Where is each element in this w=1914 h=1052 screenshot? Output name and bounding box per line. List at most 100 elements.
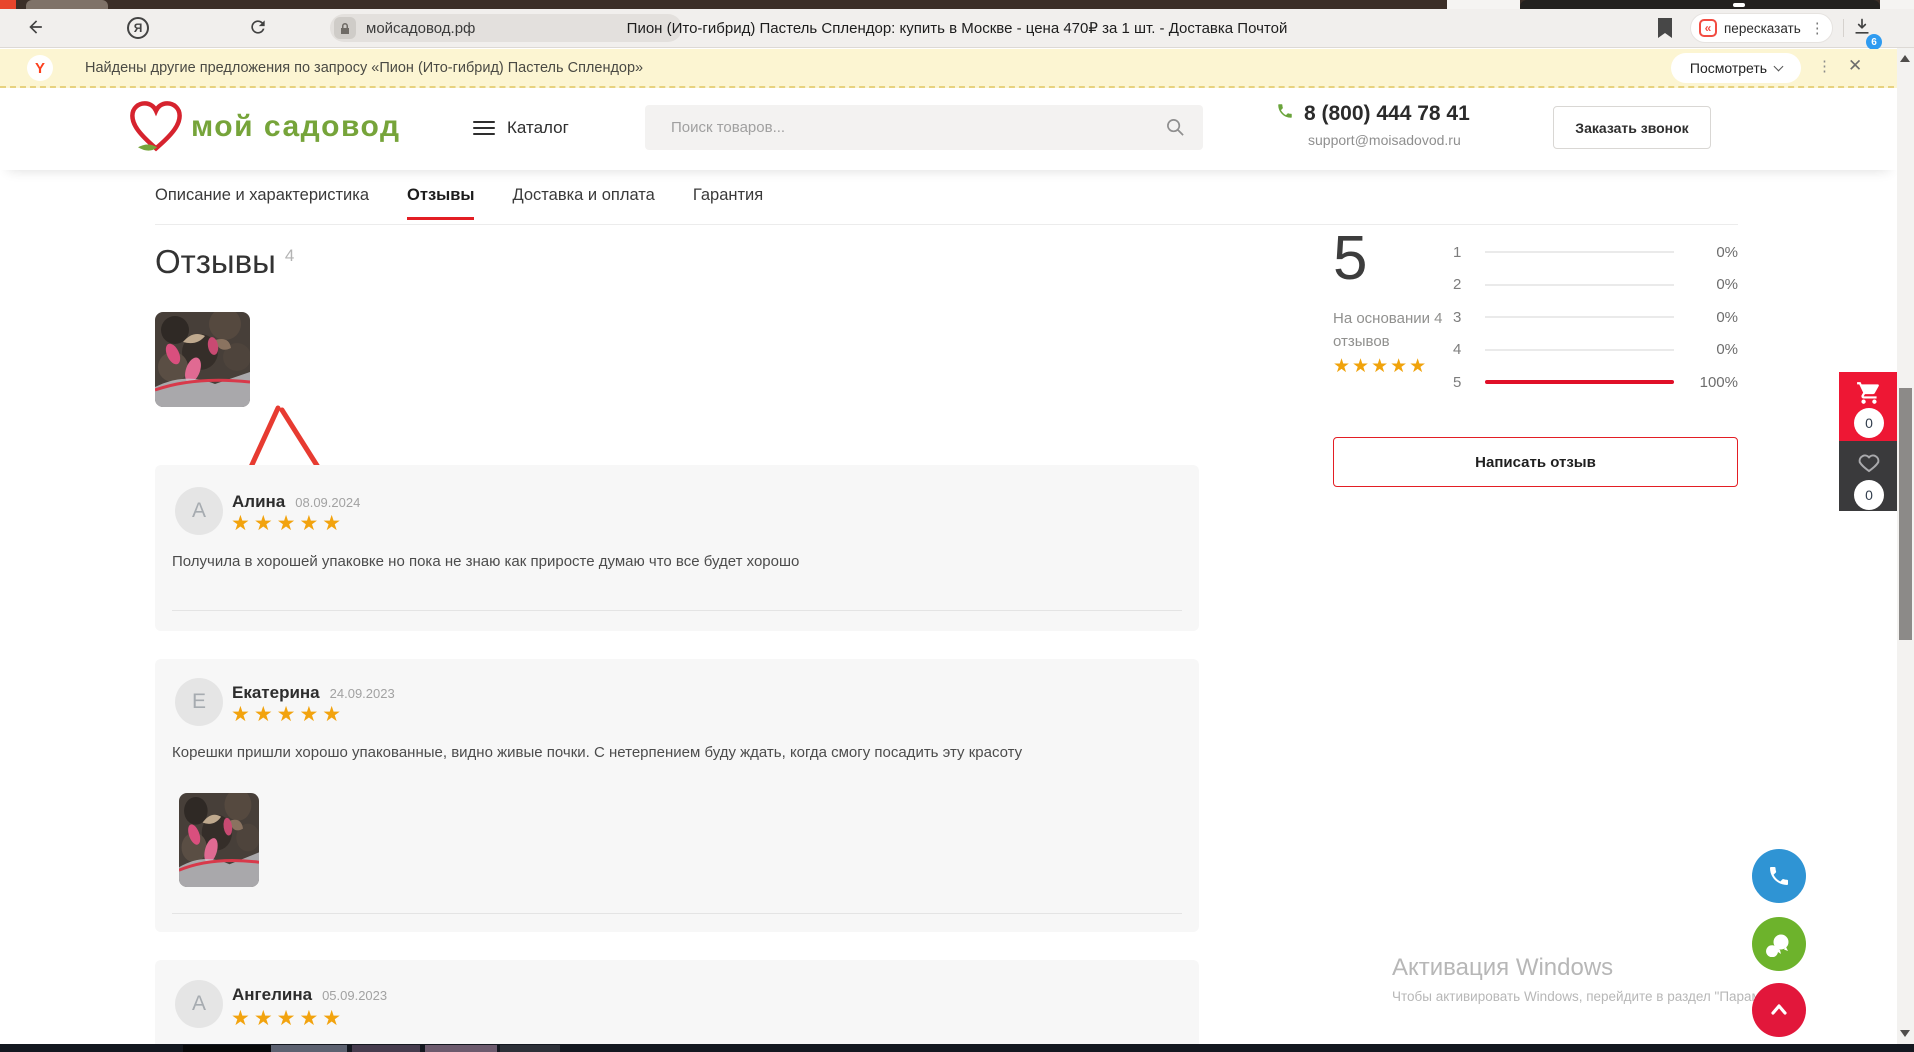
catalog-label: Каталог bbox=[507, 118, 569, 138]
chat-fab[interactable] bbox=[1752, 917, 1806, 971]
chat-icon bbox=[1766, 931, 1792, 957]
logo-text: мой садовод bbox=[191, 110, 401, 144]
catalog-button[interactable]: Каталог bbox=[473, 118, 569, 138]
review-card: Е Екатерина24.09.2023 ★★★★★ Корешки приш… bbox=[155, 659, 1199, 932]
tab-reviews[interactable]: Отзывы bbox=[407, 186, 474, 220]
rating-row-label: 5 bbox=[1453, 374, 1467, 391]
review-card: А Ангелина05.09.2023 ★★★★★ bbox=[155, 960, 1199, 1052]
order-call-button[interactable]: Заказать звонок bbox=[1553, 106, 1711, 149]
rating-bar bbox=[1485, 381, 1674, 383]
rating-row-percent: 0% bbox=[1690, 309, 1738, 326]
toolbar-divider bbox=[1843, 19, 1844, 37]
rating-row: 1 0% bbox=[1453, 236, 1738, 269]
phone-link[interactable]: 8 (800) 444 78 41 bbox=[1276, 102, 1470, 126]
url-text: мойсадовод.рф bbox=[366, 20, 475, 37]
write-review-button[interactable]: Написать отзыв bbox=[1333, 437, 1738, 487]
rating-row: 2 0% bbox=[1453, 269, 1738, 302]
reviewer-name-text: Алина bbox=[232, 492, 285, 511]
retell-label: пересказать bbox=[1724, 21, 1801, 36]
window-accent bbox=[0, 0, 16, 9]
phone-number: 8 (800) 444 78 41 bbox=[1304, 102, 1470, 126]
scrollbar[interactable] bbox=[1897, 48, 1914, 1044]
scroll-down-arrow[interactable] bbox=[1900, 1030, 1910, 1037]
lock-icon[interactable] bbox=[334, 17, 356, 39]
rating-bar bbox=[1485, 316, 1674, 318]
avatar: А bbox=[175, 980, 223, 1028]
reviews-count: 4 bbox=[285, 246, 294, 265]
rating-row: 5 100% bbox=[1453, 366, 1738, 399]
contact-block: 8 (800) 444 78 41 support@moisadovod.ru bbox=[1276, 102, 1470, 148]
rating-row-label: 4 bbox=[1453, 341, 1467, 358]
search-box bbox=[645, 105, 1203, 150]
rating-bar bbox=[1485, 251, 1674, 253]
tab-warranty[interactable]: Гарантия bbox=[693, 186, 763, 220]
call-fab[interactable] bbox=[1752, 849, 1806, 903]
rating-row-label: 3 bbox=[1453, 309, 1467, 326]
review-stars: ★★★★★ bbox=[231, 511, 345, 536]
browser-tab-strip bbox=[0, 0, 1914, 9]
address-bar[interactable]: мойсадовод.рф bbox=[330, 14, 682, 42]
tabs-divider bbox=[155, 224, 1738, 225]
support-email[interactable]: support@moisadovod.ru bbox=[1308, 132, 1470, 148]
retell-quote-icon: « bbox=[1699, 19, 1717, 37]
tab-strip-end bbox=[1880, 0, 1914, 9]
avatar: Е bbox=[175, 678, 223, 726]
review-photo-thumbnail[interactable] bbox=[155, 312, 250, 407]
browser-active-tab[interactable] bbox=[1520, 0, 1880, 9]
back-icon[interactable] bbox=[26, 17, 46, 37]
chevron-down-icon bbox=[1774, 61, 1784, 71]
notification-menu-icon[interactable]: ⋮ bbox=[1817, 57, 1832, 75]
review-card: А Алина08.09.2024 ★★★★★ Получила в хорош… bbox=[155, 465, 1199, 631]
tab-delivery[interactable]: Доставка и оплата bbox=[512, 186, 654, 220]
site-logo[interactable]: мой садовод bbox=[127, 100, 401, 154]
review-date: 05.09.2023 bbox=[322, 988, 387, 1003]
view-offers-button[interactable]: Посмотреть bbox=[1671, 53, 1801, 83]
tab-marker bbox=[1733, 3, 1745, 7]
close-icon[interactable]: ✕ bbox=[1848, 56, 1862, 76]
rating-row-label: 1 bbox=[1453, 244, 1467, 261]
cart-icon bbox=[1856, 380, 1882, 411]
review-photo-thumbnail[interactable] bbox=[179, 793, 259, 887]
download-icon[interactable]: 6 bbox=[1852, 17, 1876, 41]
rating-bar bbox=[1485, 349, 1674, 351]
rating-basis: На основании 4 отзывов bbox=[1333, 307, 1473, 353]
refresh-icon[interactable] bbox=[248, 17, 268, 37]
product-tabs: Описание и характеристика Отзывы Доставк… bbox=[155, 186, 763, 220]
rating-row-percent: 0% bbox=[1690, 341, 1738, 358]
rating-row-percent: 0% bbox=[1690, 244, 1738, 261]
view-offers-label: Посмотреть bbox=[1690, 60, 1767, 76]
favorites-count-badge: 0 bbox=[1854, 480, 1884, 510]
scrollbar-thumb[interactable] bbox=[1899, 388, 1912, 640]
rating-row-percent: 0% bbox=[1690, 276, 1738, 293]
cart-widget[interactable]: 0 bbox=[1839, 372, 1899, 441]
reviewer-name: Екатерина24.09.2023 bbox=[232, 683, 395, 703]
screen: Я мойсадовод.рф Пион (Ито-гибрид) Пастел… bbox=[0, 0, 1914, 1052]
scroll-top-fab[interactable] bbox=[1752, 983, 1806, 1037]
scroll-up-arrow[interactable] bbox=[1900, 55, 1910, 62]
yandex-search-icon: Y bbox=[27, 55, 53, 81]
tab-gap bbox=[1447, 0, 1520, 9]
logo-heart-icon bbox=[127, 100, 185, 154]
rating-row-percent: 100% bbox=[1690, 374, 1738, 391]
review-text: Корешки пришли хорошо упакованные, видно… bbox=[172, 744, 1179, 761]
tab-description[interactable]: Описание и характеристика bbox=[155, 186, 369, 220]
rating-distribution: 1 0% 2 0% 3 0% 4 0% 5 100% bbox=[1453, 236, 1738, 399]
reviewer-name-text: Екатерина bbox=[232, 683, 320, 702]
reviews-title: Отзывы4 bbox=[155, 243, 294, 281]
offers-notification-bar: Y Найдены другие предложения по запросу … bbox=[0, 49, 1914, 88]
cart-count-badge: 0 bbox=[1854, 408, 1884, 438]
favorites-widget[interactable]: 0 bbox=[1839, 441, 1899, 511]
summary-stars: ★★★★★ bbox=[1333, 355, 1428, 378]
browser-toolbar: Я мойсадовод.рф Пион (Ито-гибрид) Пастел… bbox=[0, 9, 1914, 48]
search-input[interactable] bbox=[645, 105, 1203, 150]
retell-button[interactable]: « пересказать ⋮ bbox=[1690, 13, 1833, 43]
reviewer-name-text: Ангелина bbox=[232, 985, 312, 1004]
yandex-icon[interactable]: Я bbox=[127, 17, 149, 39]
rating-row-label: 2 bbox=[1453, 276, 1467, 293]
search-icon[interactable] bbox=[1166, 118, 1185, 142]
browser-tab[interactable] bbox=[26, 0, 108, 9]
review-stars: ★★★★★ bbox=[231, 702, 345, 727]
bookmark-icon[interactable] bbox=[1656, 17, 1674, 44]
retell-menu-icon[interactable]: ⋮ bbox=[1810, 19, 1825, 37]
phone-icon bbox=[1276, 102, 1294, 120]
